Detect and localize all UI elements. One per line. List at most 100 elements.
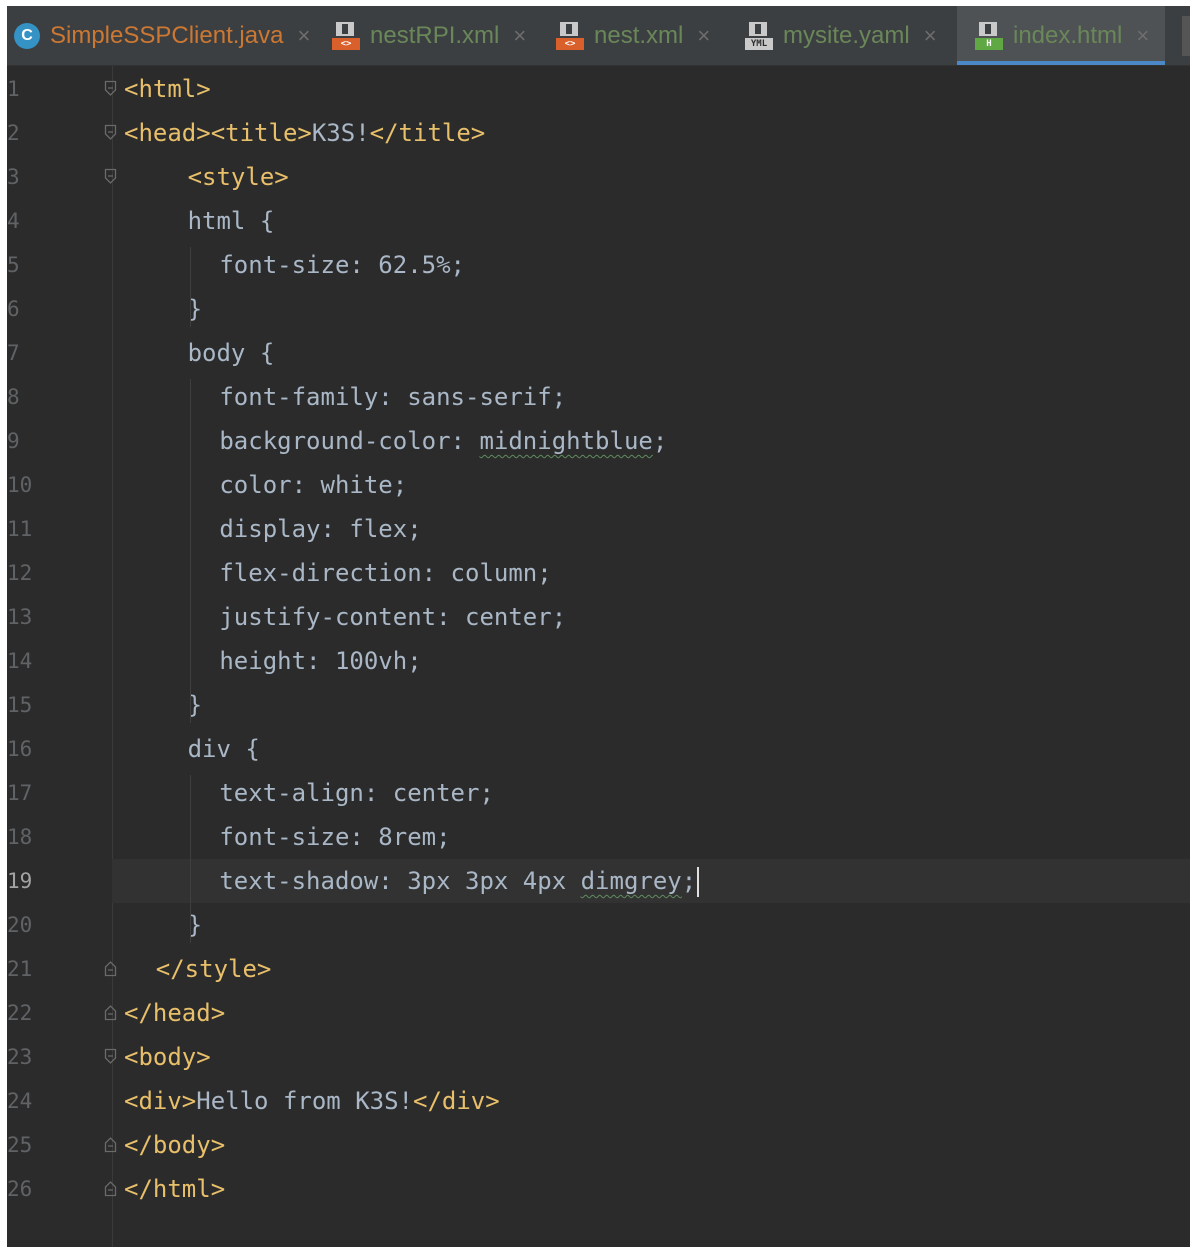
code-line[interactable]: 7 body { [7, 331, 1190, 375]
code-text[interactable]: font-size: 62.5%; [219, 243, 465, 287]
tab-label: nestRPI.xml [370, 21, 500, 49]
code-text[interactable]: font-family: sans-serif; [219, 375, 566, 419]
code-text[interactable]: <body> [124, 1035, 211, 1079]
tab-nest-xml[interactable]: <> nest.xml × [556, 6, 710, 65]
close-icon[interactable]: × [697, 23, 710, 49]
code-line[interactable]: 2 <head><title>K3S!</title> [7, 111, 1190, 155]
line-number: 10 [7, 473, 33, 497]
line-number: 6 [7, 297, 20, 321]
code-line[interactable]: 5 font-size: 62.5%; [7, 243, 1190, 287]
code-text[interactable]: body { [188, 331, 275, 375]
code-text[interactable]: </style> [156, 947, 272, 991]
fold-close-icon[interactable] [104, 960, 117, 977]
close-icon[interactable]: × [297, 23, 310, 49]
code-editor[interactable]: 1 <html> 2 <head><title>K3S!</title> 3 <style… [7, 66, 1190, 1247]
code-text[interactable]: color: white; [219, 463, 407, 507]
code-text[interactable]: height: 100vh; [219, 639, 421, 683]
tab-nestrpi-xml[interactable]: <> nestRPI.xml × [332, 6, 526, 65]
code-line[interactable]: 18 font-size: 8rem; [7, 815, 1190, 859]
line-number: 14 [7, 649, 33, 673]
code-line[interactable]: 21 </style> [7, 947, 1190, 991]
code-line[interactable]: 14 height: 100vh; [7, 639, 1190, 683]
code-line[interactable]: 24 <div>Hello from K3S!</div> [7, 1079, 1190, 1123]
code-text[interactable]: </body> [124, 1123, 225, 1167]
line-number: 5 [7, 253, 20, 277]
code-line[interactable]: 15} [7, 683, 1190, 727]
line-number: 22 [7, 1001, 33, 1025]
tab-label: nest.xml [594, 21, 684, 49]
line-number: 25 [7, 1133, 33, 1157]
fold-close-icon[interactable] [104, 1004, 117, 1021]
line-number: 17 [7, 781, 33, 805]
fold-close-icon[interactable] [104, 1136, 117, 1153]
fold-open-icon[interactable] [104, 1048, 117, 1065]
code-line[interactable]: 4 html { [7, 199, 1190, 243]
code-line[interactable]: 3 <style> [7, 155, 1190, 199]
line-number: 3 [7, 165, 20, 189]
code-text[interactable]: flex-direction: column; [219, 551, 551, 595]
code-text[interactable]: <style> [188, 155, 289, 199]
line-number: 12 [7, 561, 33, 585]
fold-open-icon[interactable] [104, 124, 117, 141]
code-text[interactable]: html { [188, 199, 275, 243]
code-text[interactable]: div { [188, 727, 260, 771]
xml-file-icon: <> [332, 21, 360, 50]
code-text[interactable]: font-size: 8rem; [219, 815, 450, 859]
tab-simplesspclient-java[interactable]: C SimpleSSPClient.java × [14, 6, 310, 65]
close-icon[interactable]: × [924, 23, 937, 49]
code-line[interactable]: 10 color: white; [7, 463, 1190, 507]
code-text[interactable]: <div>Hello from K3S!</div> [124, 1079, 500, 1123]
line-number: 24 [7, 1089, 33, 1113]
close-icon[interactable]: × [513, 23, 526, 49]
code-text[interactable]: justify-content: center; [219, 595, 566, 639]
tab-label: mysite.yaml [783, 21, 910, 49]
code-text[interactable]: </html> [124, 1167, 225, 1211]
editor-tab-bar: C SimpleSSPClient.java × <> nestRPI.xml … [7, 6, 1190, 66]
code-text[interactable]: background-color: midnightblue; [219, 419, 667, 463]
line-number: 9 [7, 429, 20, 453]
yaml-file-icon: YML [745, 21, 773, 50]
tab-label: index.html [1013, 21, 1123, 49]
code-line[interactable]: 22 </head> [7, 991, 1190, 1035]
indent-guide [190, 775, 191, 943]
code-text[interactable]: text-align: center; [219, 771, 494, 815]
indent-guide [190, 379, 191, 723]
line-number: 20 [7, 913, 33, 937]
code-line[interactable]: 23 <body> [7, 1035, 1190, 1079]
code-line[interactable]: 26 </html> [7, 1167, 1190, 1211]
fold-open-icon[interactable] [104, 168, 117, 185]
line-number: 19 [7, 869, 33, 893]
line-number: 4 [7, 209, 20, 233]
line-number: 21 [7, 957, 33, 981]
code-line[interactable]: 25 </body> [7, 1123, 1190, 1167]
close-icon[interactable]: × [1136, 23, 1149, 49]
code-line[interactable]: 13 justify-content: center; [7, 595, 1190, 639]
fold-close-icon[interactable] [104, 1180, 117, 1197]
code-text[interactable]: text-shadow: 3px 3px 4px dimgrey; [219, 859, 700, 903]
code-text[interactable]: <head><title>K3S!</title> [124, 111, 485, 155]
line-number: 23 [7, 1045, 33, 1069]
code-text[interactable]: display: flex; [219, 507, 421, 551]
code-line[interactable]: 16 div { [7, 727, 1190, 771]
code-line[interactable]: 9 background-color: midnightblue; [7, 419, 1190, 463]
line-number: 1 [7, 77, 20, 101]
code-line[interactable]: 11 display: flex; [7, 507, 1190, 551]
code-line[interactable]: 6} [7, 287, 1190, 331]
line-number: 26 [7, 1177, 33, 1201]
xml-file-icon: <> [556, 21, 584, 50]
line-number: 18 [7, 825, 33, 849]
line-number: 16 [7, 737, 33, 761]
code-text[interactable]: <html> [124, 67, 211, 111]
tab-mysite-yaml[interactable]: YML mysite.yaml × [745, 6, 937, 65]
code-text[interactable]: </head> [124, 991, 225, 1035]
tab-label: SimpleSSPClient.java [50, 21, 284, 49]
fold-open-icon[interactable] [104, 80, 117, 97]
code-line[interactable]: 20} [7, 903, 1190, 947]
tab-index-html[interactable]: H index.html × [957, 6, 1166, 65]
text-caret [697, 867, 700, 897]
code-line[interactable]: 19 text-shadow: 3px 3px 4px dimgrey; [7, 859, 1190, 903]
code-line[interactable]: 1 <html> [7, 67, 1190, 111]
code-line[interactable]: 17 text-align: center; [7, 771, 1190, 815]
code-line[interactable]: 12 flex-direction: column; [7, 551, 1190, 595]
code-line[interactable]: 8 font-family: sans-serif; [7, 375, 1190, 419]
